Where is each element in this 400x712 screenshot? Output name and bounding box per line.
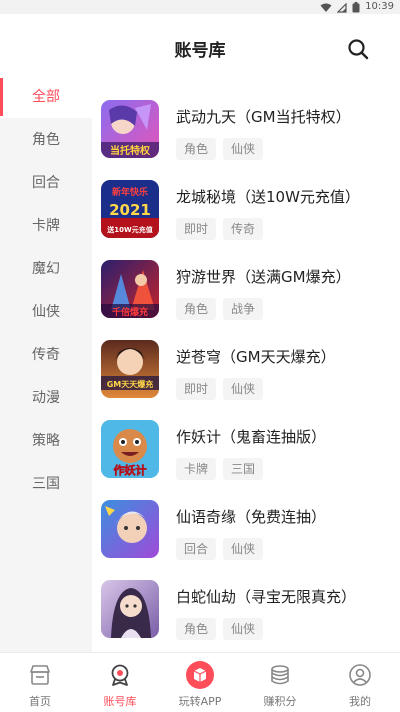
game-thumbnail: 新年快乐 2021 送10W元充值 (101, 180, 159, 238)
category-sidebar: 全部 角色 回合 卡牌 魔幻 仙侠 传奇 动漫 策略 三国 (0, 76, 92, 652)
game-name: 武动九天（GM当托特权） (176, 108, 351, 126)
sidebar-item-all[interactable]: 全部 (0, 76, 92, 118)
top-header: 账号库 (0, 14, 400, 76)
game-thumbnail-text: 作妖计 (114, 463, 147, 477)
nav-profile[interactable]: 我的 (320, 653, 400, 712)
game-item[interactable]: 新年快乐 2021 送10W元充值 龙城秘境（送10W元充值） 即时 传奇 (92, 156, 400, 240)
sidebar-item-legend[interactable]: 传奇 (0, 334, 92, 376)
sidebar-item-turn-based[interactable]: 回合 (0, 162, 92, 204)
coins-icon (268, 663, 292, 687)
sidebar-item-fantasy[interactable]: 魔幻 (0, 248, 92, 290)
profile-icon (348, 663, 372, 687)
nav-account-library[interactable]: 账号库 (80, 653, 160, 712)
game-name: 白蛇仙劫（寻宝无限真充） (176, 588, 357, 606)
store-icon (28, 663, 52, 687)
nav-label: 玩转APP (178, 695, 222, 708)
page-title: 账号库 (174, 41, 226, 61)
nav-label: 账号库 (103, 695, 137, 708)
game-tag: 仙侠 (223, 618, 264, 640)
sidebar-item-strategy[interactable]: 策略 (0, 420, 92, 462)
game-thumbnail-text: GM天天爆充 (107, 379, 154, 389)
game-item[interactable]: 白蛇仙劫（寻宝无限真充） 角色 仙侠 (92, 556, 400, 640)
status-time: 10:39 (365, 1, 394, 12)
sidebar-item-xianxia[interactable]: 仙侠 (0, 291, 92, 333)
sidebar-item-card[interactable]: 卡牌 (0, 205, 92, 247)
game-thumbnail: 千倍爆充 (101, 260, 159, 318)
nav-label: 首页 (29, 695, 51, 708)
nav-home[interactable]: 首页 (0, 653, 80, 712)
nav-label: 赚积分 (263, 695, 297, 708)
nav-earn-points[interactable]: 赚积分 (240, 653, 320, 712)
game-item[interactable]: 作妖计 作妖计（鬼畜连抽版） 卡牌 三国 (92, 396, 400, 480)
account-library-icon (108, 663, 132, 687)
game-thumbnail: GM天天爆充 (101, 340, 159, 398)
nav-label: 我的 (349, 695, 371, 708)
nav-app[interactable]: 玩转APP (160, 653, 240, 712)
game-name: 龙城秘境（送10W元充值） (176, 188, 360, 206)
sidebar-item-role[interactable]: 角色 (0, 119, 92, 161)
game-thumbnail: 当托特权 (101, 100, 159, 158)
game-list: 当托特权 武动九天（GM当托特权） 角色 仙侠 新年快乐 2021 送10W元充… (92, 76, 400, 652)
sidebar-item-three-kingdoms[interactable]: 三国 (0, 463, 92, 505)
search-icon[interactable] (347, 38, 369, 60)
game-name: 作妖计（鬼畜连抽版） (176, 428, 327, 446)
game-item[interactable]: 仙语奇缘（免费连抽） 回合 仙侠 (92, 476, 400, 560)
game-item[interactable]: 当托特权 武动九天（GM当托特权） 角色 仙侠 (92, 76, 400, 160)
game-thumbnail-text: 2021 (109, 201, 151, 219)
game-thumbnail-text: 送10W元充值 (106, 225, 152, 234)
game-name: 仙语奇缘（免费连抽） (176, 508, 327, 526)
bottom-navigation: 首页 账号库 玩转APP 赚积分 我的 (0, 652, 400, 712)
game-tag: 角色 (176, 618, 217, 640)
game-name: 逆苍穹（GM天天爆充） (176, 348, 336, 366)
sidebar-item-anime[interactable]: 动漫 (0, 377, 92, 419)
game-thumbnail (101, 500, 159, 558)
game-thumbnail-text: 新年快乐 (112, 186, 148, 198)
status-bar: 10:39 (0, 0, 400, 14)
game-thumbnail: 作妖计 (101, 420, 159, 478)
app-icon (186, 661, 214, 689)
game-item[interactable]: 千倍爆充 狩游世界（送满GM爆充） 角色 战争 (92, 236, 400, 320)
app-screen: 10:39 账号库 全部 角色 回合 卡牌 魔幻 仙侠 传奇 动漫 策略 三国 (0, 0, 400, 712)
game-item[interactable]: GM天天爆充 逆苍穹（GM天天爆充） 即时 仙侠 (92, 316, 400, 400)
game-name: 狩游世界（送满GM爆充） (176, 268, 351, 286)
game-thumbnail (101, 580, 159, 638)
